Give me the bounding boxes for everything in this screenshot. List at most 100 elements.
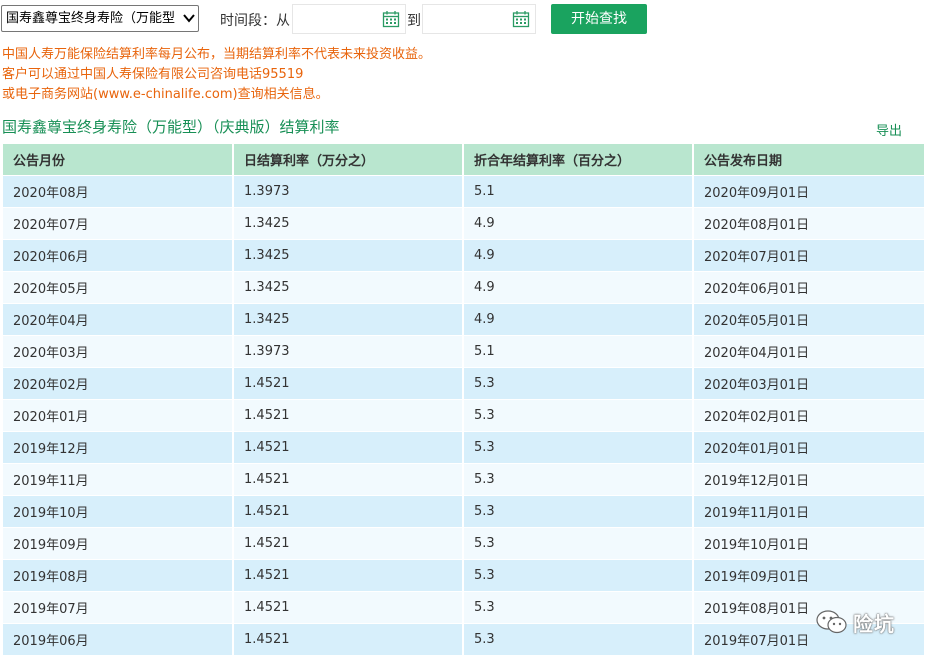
cell-daily-rate: 1.4521 <box>234 592 465 624</box>
table-row: 2020年03月 1.3973 5.1 2020年04月01日 <box>3 336 924 368</box>
cell-publish-date: 2020年03月01日 <box>694 368 924 400</box>
table-row: 2020年06月 1.3425 4.9 2020年07月01日 <box>3 240 924 272</box>
cell-daily-rate: 1.3425 <box>234 272 465 304</box>
cell-daily-rate: 1.3425 <box>234 208 465 240</box>
cell-annual-rate: 4.9 <box>464 208 694 240</box>
cell-month: 2019年09月 <box>3 528 235 560</box>
cell-annual-rate: 5.3 <box>464 400 694 432</box>
cell-month: 2020年01月 <box>3 400 235 432</box>
header-annual-rate: 折合年结算利率（百分之） <box>464 144 694 176</box>
cell-annual-rate: 4.9 <box>464 304 694 336</box>
header-publish-date: 公告发布日期 <box>694 144 924 176</box>
cell-publish-date: 2020年08月01日 <box>694 208 924 240</box>
time-range-label: 时间段：从 <box>220 13 290 29</box>
notice-line: 客户可以通过中国人寿保险有限公司咨询电话95519 <box>2 67 304 82</box>
cell-annual-rate: 5.3 <box>464 368 694 400</box>
table-row: 2020年05月 1.3425 4.9 2020年06月01日 <box>3 272 924 304</box>
cell-annual-rate: 5.3 <box>464 560 694 592</box>
cell-publish-date: 2020年05月01日 <box>694 304 924 336</box>
cell-daily-rate: 1.3973 <box>234 176 465 208</box>
cell-month: 2019年10月 <box>3 496 235 528</box>
table-row: 2019年06月 1.4521 5.3 2019年07月01日 <box>3 624 924 656</box>
cell-month: 2020年08月 <box>3 176 235 208</box>
notice-line: 中国人寿万能保险结算利率每月公布，当期结算利率不代表未来投资收益。 <box>2 47 432 62</box>
header-month: 公告月份 <box>3 144 235 176</box>
cell-daily-rate: 1.4521 <box>234 432 465 464</box>
table-title: 国寿鑫尊宝终身寿险（万能型）（庆典版）结算利率 <box>2 118 340 136</box>
cell-daily-rate: 1.4521 <box>234 624 465 656</box>
cell-publish-date: 2020年04月01日 <box>694 336 924 368</box>
cell-publish-date: 2020年09月01日 <box>694 176 924 208</box>
table-header-row: 公告月份 日结算利率（万分之） 折合年结算利率（百分之） 公告发布日期 <box>3 144 924 176</box>
cell-daily-rate: 1.4521 <box>234 528 465 560</box>
cell-month: 2020年04月 <box>3 304 235 336</box>
cell-month: 2020年02月 <box>3 368 235 400</box>
table-row: 2019年08月 1.4521 5.3 2019年09月01日 <box>3 560 924 592</box>
filter-bar: 国寿鑫尊宝终身寿险（万能型 时间段：从 到 开始查找 <box>0 4 932 34</box>
cell-month: 2020年06月 <box>3 240 235 272</box>
table-row: 2019年11月 1.4521 5.3 2019年12月01日 <box>3 464 924 496</box>
table-row: 2020年01月 1.4521 5.3 2020年02月01日 <box>3 400 924 432</box>
cell-annual-rate: 4.9 <box>464 272 694 304</box>
cell-month: 2019年11月 <box>3 464 235 496</box>
table-row: 2019年07月 1.4521 5.3 2019年08月01日 <box>3 592 924 624</box>
cell-daily-rate: 1.3425 <box>234 240 465 272</box>
table-row: 2019年12月 1.4521 5.3 2020年01月01日 <box>3 432 924 464</box>
search-button[interactable]: 开始查找 <box>551 4 647 34</box>
table-row: 2020年02月 1.4521 5.3 2020年03月01日 <box>3 368 924 400</box>
cell-daily-rate: 1.4521 <box>234 400 465 432</box>
cell-daily-rate: 1.3973 <box>234 336 465 368</box>
date-from-input[interactable] <box>292 4 406 34</box>
cell-daily-rate: 1.4521 <box>234 368 465 400</box>
cell-annual-rate: 4.9 <box>464 240 694 272</box>
cell-publish-date: 2019年09月01日 <box>694 560 924 592</box>
to-label: 到 <box>407 13 421 29</box>
cell-month: 2020年03月 <box>3 336 235 368</box>
cell-publish-date: 2019年12月01日 <box>694 464 924 496</box>
cell-publish-date: 2019年10月01日 <box>694 528 924 560</box>
cell-month: 2019年06月 <box>3 624 235 656</box>
date-to-input[interactable] <box>422 4 536 34</box>
cell-month: 2019年08月 <box>3 560 235 592</box>
cell-publish-date: 2020年06月01日 <box>694 272 924 304</box>
chevron-down-icon <box>183 14 195 23</box>
cell-annual-rate: 5.3 <box>464 432 694 464</box>
cell-publish-date: 2019年07月01日 <box>694 624 924 656</box>
cell-publish-date: 2019年08月01日 <box>694 592 924 624</box>
rate-table: 公告月份 日结算利率（万分之） 折合年结算利率（百分之） 公告发布日期 2020… <box>3 144 924 656</box>
table-row: 2020年07月 1.3425 4.9 2020年08月01日 <box>3 208 924 240</box>
cell-daily-rate: 1.4521 <box>234 464 465 496</box>
cell-annual-rate: 5.3 <box>464 496 694 528</box>
table-row: 2020年04月 1.3425 4.9 2020年05月01日 <box>3 304 924 336</box>
table-row: 2019年10月 1.4521 5.3 2019年11月01日 <box>3 496 924 528</box>
cell-annual-rate: 5.3 <box>464 528 694 560</box>
cell-month: 2020年07月 <box>3 208 235 240</box>
cell-publish-date: 2020年01月01日 <box>694 432 924 464</box>
cell-annual-rate: 5.1 <box>464 176 694 208</box>
cell-daily-rate: 1.4521 <box>234 496 465 528</box>
cell-month: 2019年07月 <box>3 592 235 624</box>
notice-line: 或电子商务网站(www.e-chinalife.com)查询相关信息。 <box>2 87 329 102</box>
table-row: 2019年09月 1.4521 5.3 2019年10月01日 <box>3 528 924 560</box>
cell-month: 2020年05月 <box>3 272 235 304</box>
table-body: 2020年08月 1.3973 5.1 2020年09月01日 2020年07月 1.34… <box>3 176 924 656</box>
header-daily-rate: 日结算利率（万分之） <box>234 144 465 176</box>
page: 国寿鑫尊宝终身寿险（万能型 时间段：从 到 开始查找 中国人寿万能保险结算利率每… <box>0 0 932 664</box>
product-select-value: 国寿鑫尊宝终身寿险（万能型 <box>6 11 176 26</box>
cell-annual-rate: 5.3 <box>464 592 694 624</box>
calendar-icon[interactable] <box>382 10 400 28</box>
cell-daily-rate: 1.3425 <box>234 304 465 336</box>
cell-publish-date: 2020年02月01日 <box>694 400 924 432</box>
cell-publish-date: 2019年11月01日 <box>694 496 924 528</box>
cell-annual-rate: 5.1 <box>464 336 694 368</box>
table-row: 2020年08月 1.3973 5.1 2020年09月01日 <box>3 176 924 208</box>
cell-publish-date: 2020年07月01日 <box>694 240 924 272</box>
cell-annual-rate: 5.3 <box>464 624 694 656</box>
cell-month: 2019年12月 <box>3 432 235 464</box>
cell-daily-rate: 1.4521 <box>234 560 465 592</box>
calendar-icon[interactable] <box>512 10 530 28</box>
export-link[interactable]: 导出 <box>876 120 902 139</box>
cell-annual-rate: 5.3 <box>464 464 694 496</box>
rate-notice: 中国人寿万能保险结算利率每月公布，当期结算利率不代表未来投资收益。 客户可以通过… <box>2 45 431 105</box>
product-select[interactable]: 国寿鑫尊宝终身寿险（万能型 <box>1 5 199 32</box>
